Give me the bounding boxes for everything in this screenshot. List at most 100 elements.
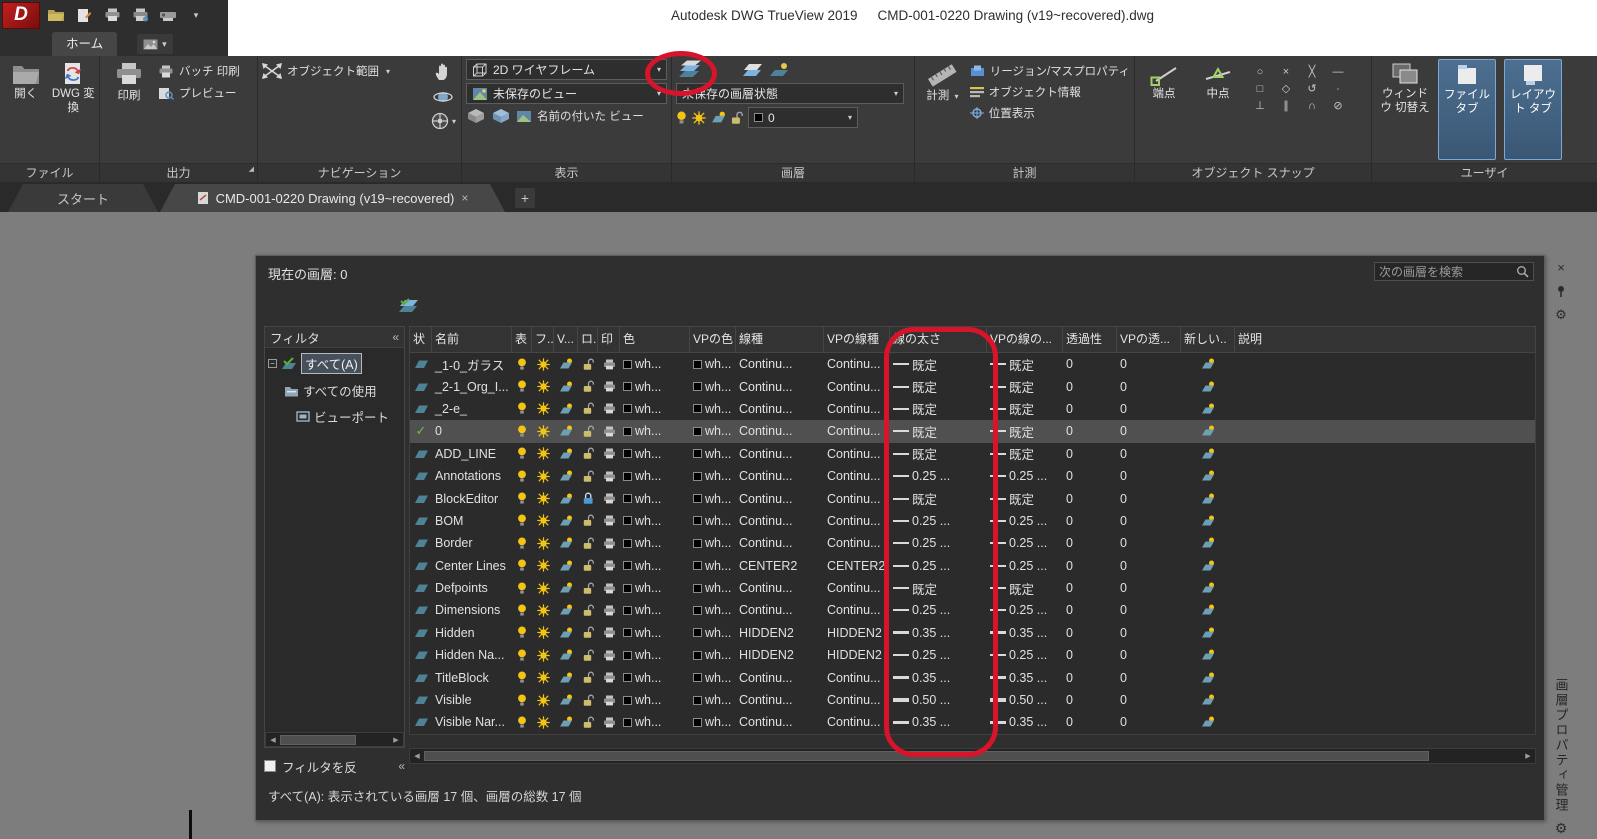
unlock-icon[interactable] xyxy=(583,604,594,617)
color-swatch[interactable] xyxy=(623,516,632,526)
layer-settings-icon[interactable] xyxy=(398,298,418,314)
freeze-sun-icon[interactable] xyxy=(536,671,550,684)
color-swatch[interactable] xyxy=(623,695,632,705)
layer-row[interactable]: ✓ Visible Nar... wh... wh... Continu... … xyxy=(410,711,1535,733)
transparency-value[interactable]: 0 xyxy=(1063,555,1117,577)
view-dropdown[interactable]: 未保存のビュー ▾ xyxy=(466,83,667,104)
plot-printer-icon[interactable] xyxy=(603,650,616,661)
lock-icon[interactable] xyxy=(583,492,594,505)
color-swatch[interactable] xyxy=(623,605,632,615)
vp-lineweight-value[interactable]: 既定 xyxy=(1009,579,1034,598)
transparency-value[interactable]: 0 xyxy=(1063,577,1117,599)
layer-isolate-button[interactable] xyxy=(768,61,790,79)
plot-printer-icon[interactable] xyxy=(603,627,616,638)
vp-linetype-value[interactable]: HIDDEN2 xyxy=(824,622,890,644)
freeze-sun-icon[interactable] xyxy=(536,514,550,528)
new-vp-freeze-icon[interactable] xyxy=(1201,425,1215,437)
vp-freeze-icon[interactable] xyxy=(559,649,573,661)
steering-wheel-button[interactable]: ▾ xyxy=(429,111,457,131)
plot-printer-icon[interactable] xyxy=(603,359,616,370)
transparency-value[interactable]: 0 xyxy=(1063,689,1117,711)
osnap-extension-icon[interactable]: — xyxy=(1325,63,1351,80)
vp-linetype-value[interactable]: Continu... xyxy=(824,599,890,621)
lineweight-value[interactable]: 0.35 ... xyxy=(912,715,950,729)
freeze-sun-icon[interactable] xyxy=(536,649,550,662)
vp-lineweight-value[interactable]: 0.35 ... xyxy=(1009,715,1047,729)
vp-lineweight-value[interactable]: 0.25 ... xyxy=(1009,514,1047,528)
linetype-value[interactable]: Continu... xyxy=(736,666,824,688)
column-header-vp-color[interactable]: VPの色 xyxy=(690,327,736,352)
vp-transparency-value[interactable]: 0 xyxy=(1117,599,1181,621)
layer-row[interactable]: ✓ _2-1_Org_I... wh... wh... Continu... C… xyxy=(410,375,1535,397)
vp-color-swatch[interactable] xyxy=(693,583,702,593)
unlock-icon[interactable] xyxy=(583,447,594,460)
vp-transparency-value[interactable]: 0 xyxy=(1117,398,1181,420)
osnap-midpoint-button[interactable]: 中点 xyxy=(1193,59,1243,160)
vp-linetype-value[interactable]: Continu... xyxy=(824,375,890,397)
layer-row[interactable]: ✓ Annotations wh... wh... Continu... Con… xyxy=(410,465,1535,487)
lineweight-value[interactable]: 0.50 ... xyxy=(912,693,950,707)
description-value[interactable] xyxy=(1235,622,1535,644)
description-value[interactable] xyxy=(1235,644,1535,666)
transparency-value[interactable]: 0 xyxy=(1063,443,1117,465)
thaw-sun-icon[interactable] xyxy=(692,110,706,125)
vp-freeze-icon[interactable] xyxy=(559,381,573,393)
description-value[interactable] xyxy=(1235,487,1535,509)
column-header-linetype[interactable]: 線種 xyxy=(736,327,824,352)
on-bulb-icon[interactable] xyxy=(517,537,527,550)
scroll-left-icon[interactable]: ◀ xyxy=(410,752,424,760)
plot-printer-icon[interactable] xyxy=(603,381,616,392)
print-button[interactable]: 印刷 xyxy=(104,59,154,160)
scroll-right-icon[interactable]: ▶ xyxy=(1521,752,1535,760)
vp-transparency-value[interactable]: 0 xyxy=(1117,487,1181,509)
lineweight-value[interactable]: 0.35 ... xyxy=(912,671,950,685)
vp-color-swatch[interactable] xyxy=(693,695,702,705)
vp-color-swatch[interactable] xyxy=(693,717,702,727)
plot-printer-icon[interactable] xyxy=(603,605,616,616)
freeze-sun-icon[interactable] xyxy=(536,402,550,416)
vp-linetype-value[interactable]: Continu... xyxy=(824,398,890,420)
freeze-sun-icon[interactable] xyxy=(536,469,550,483)
osnap-quadrant-icon[interactable]: □ xyxy=(1247,80,1273,97)
vp-color-swatch[interactable] xyxy=(693,471,702,481)
locate-point-button[interactable]: 位置表示 xyxy=(969,105,1130,121)
vp-freeze-icon[interactable] xyxy=(559,425,573,437)
visual-style-dropdown[interactable]: 2D ワイヤフレーム ▾ xyxy=(466,59,667,80)
vp-freeze-icon[interactable] xyxy=(559,694,573,706)
layer-row[interactable]: ✓ Center Lines wh... wh... CENTER2 CENTE… xyxy=(410,555,1535,577)
osnap-geometric-center-icon[interactable]: ↺ xyxy=(1299,80,1325,97)
window-switch-button[interactable]: ウィンドウ 切替え xyxy=(1380,59,1430,160)
vp-freeze-icon[interactable] xyxy=(559,604,573,616)
column-header-freeze[interactable]: フ.. xyxy=(532,327,554,352)
batch-plot-icon[interactable] xyxy=(128,4,152,26)
layer-row[interactable]: ✓ Border wh... wh... Continu... Continu.… xyxy=(410,532,1535,554)
vp-freeze-icon[interactable] xyxy=(559,358,573,370)
pan-button[interactable] xyxy=(432,61,454,83)
color-swatch[interactable] xyxy=(623,404,632,414)
filter-item-all[interactable]: − すべて(A) xyxy=(268,353,401,374)
layer-row[interactable]: ✓ BlockEditor wh... wh... Continu... Con… xyxy=(410,487,1535,509)
vp-linetype-value[interactable]: Continu... xyxy=(824,465,890,487)
unlock-icon[interactable] xyxy=(583,358,594,371)
vp-lineweight-value[interactable]: 0.25 ... xyxy=(1009,559,1047,573)
description-value[interactable] xyxy=(1235,353,1535,375)
vp-transparency-value[interactable]: 0 xyxy=(1117,622,1181,644)
color-swatch[interactable] xyxy=(623,561,632,571)
qat-customize-dropdown-icon[interactable]: ▾ xyxy=(184,4,208,26)
vp-linetype-value[interactable]: Continu... xyxy=(824,666,890,688)
description-value[interactable] xyxy=(1235,510,1535,532)
osnap-node-icon[interactable]: × xyxy=(1273,63,1299,80)
freeze-sun-icon[interactable] xyxy=(536,357,550,371)
lineweight-value[interactable]: 既定 xyxy=(912,355,937,374)
lineweight-value[interactable]: 既定 xyxy=(912,444,937,463)
linetype-value[interactable]: HIDDEN2 xyxy=(736,622,824,644)
vp-transparency-value[interactable]: 0 xyxy=(1117,532,1181,554)
osnap-none-icon[interactable]: ⊘ xyxy=(1325,97,1351,114)
plot-printer-icon[interactable] xyxy=(603,538,616,549)
vp-freeze-icon[interactable] xyxy=(559,627,573,639)
unlock-icon[interactable] xyxy=(583,626,594,639)
vp-transparency-value[interactable]: 0 xyxy=(1117,689,1181,711)
new-tab-button[interactable]: + xyxy=(515,188,535,208)
freeze-sun-icon[interactable] xyxy=(536,425,550,438)
layer-row[interactable]: ✓ BOM wh... wh... Continu... Continu... … xyxy=(410,510,1535,532)
